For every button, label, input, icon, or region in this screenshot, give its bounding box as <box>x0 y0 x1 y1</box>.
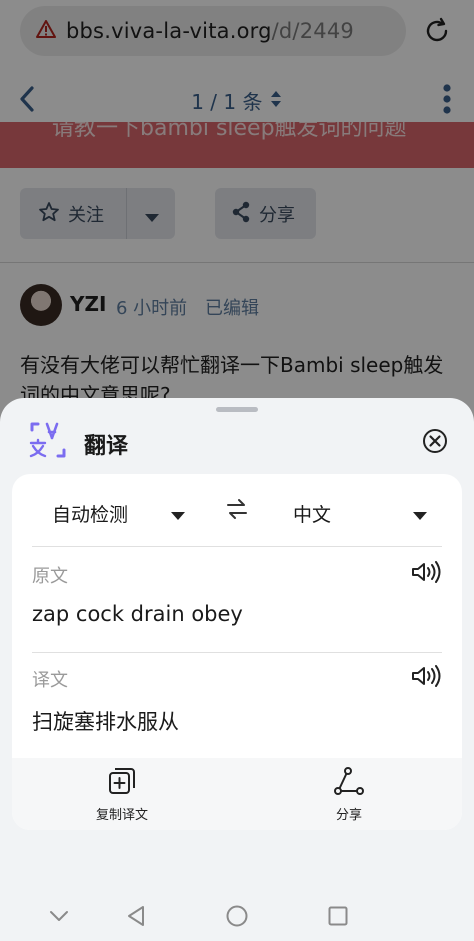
chevron-down-icon[interactable] <box>48 908 70 927</box>
speaker-icon[interactable] <box>410 664 442 692</box>
sheet-title: 翻译 <box>84 434 129 459</box>
share-translation-button[interactable]: 分享 <box>289 766 409 823</box>
sheet-drag-handle[interactable] <box>216 407 258 412</box>
speaker-icon[interactable] <box>410 560 442 588</box>
home-circle-icon[interactable] <box>225 904 249 932</box>
source-text[interactable]: zap cock drain obey <box>32 602 243 626</box>
caret-down-icon[interactable] <box>170 506 186 525</box>
translated-text[interactable]: 扫旋塞排水服从 <box>32 706 179 736</box>
close-circle-icon[interactable] <box>422 428 448 458</box>
target-language-select[interactable]: 中文 <box>293 500 331 527</box>
system-nav-bar <box>0 890 474 941</box>
copy-add-icon <box>107 768 137 800</box>
caret-down-icon[interactable] <box>412 506 428 525</box>
share-nodes-icon <box>334 767 364 800</box>
recents-square-icon[interactable] <box>326 904 350 932</box>
divider <box>32 652 442 653</box>
copy-translation-label: 复制译文 <box>95 808 148 823</box>
source-label: 原文 <box>32 566 68 587</box>
divider <box>32 546 442 547</box>
sheet-actions: 复制译文 分享 <box>12 758 462 830</box>
swap-languages-icon[interactable] <box>226 498 248 524</box>
source-language-select[interactable]: 自动检测 <box>52 500 128 527</box>
translate-logo-icon <box>28 420 68 464</box>
copy-translation-button[interactable]: 复制译文 <box>62 766 182 823</box>
target-label: 译文 <box>32 670 68 691</box>
back-triangle-icon[interactable] <box>124 904 148 932</box>
translate-sheet: 翻译 自动检测 中文 原文 zap cock drain obey 译文 扫旋塞… <box>0 398 474 890</box>
share-translation-label: 分享 <box>335 808 362 823</box>
translate-card: 自动检测 中文 原文 zap cock drain obey 译文 扫旋塞排水服… <box>12 474 462 830</box>
